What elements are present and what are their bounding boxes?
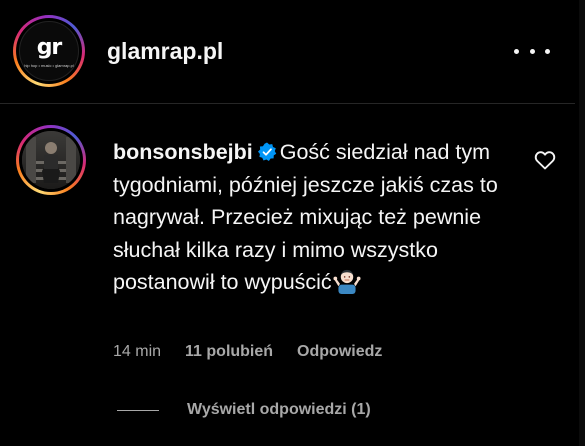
- verified-badge-icon: [257, 142, 276, 161]
- commenter-avatar[interactable]: [22, 131, 80, 189]
- replies-divider-line: [117, 409, 159, 411]
- header-divider: [0, 103, 575, 104]
- view-replies-button[interactable]: Wyświetl odpowiedzi (1): [117, 401, 371, 419]
- account-name-link[interactable]: glamrap.pl: [107, 38, 223, 65]
- heart-outline-icon: [534, 151, 556, 170]
- story-ring[interactable]: gr hip hop • music • glamrap.pl: [13, 15, 85, 87]
- comment-timestamp: 14 min: [113, 343, 162, 360]
- commenter-username[interactable]: bonsonsbejbi: [113, 140, 253, 164]
- avatar-logo-subtext: hip hop • music • glamrap.pl: [24, 63, 74, 68]
- reply-button[interactable]: Odpowiedz: [297, 343, 382, 361]
- view-replies-label: Wyświetl odpowiedzi (1): [187, 401, 371, 418]
- person-shrugging-emoji: [333, 269, 361, 294]
- comment-thread-view: gr hip hop • music • glamrap.pl glamrap.…: [0, 0, 585, 446]
- comment-likes-count[interactable]: 11 polubień: [185, 343, 273, 361]
- like-comment-button[interactable]: [533, 148, 557, 172]
- avatar-logo-text: gr: [36, 35, 63, 60]
- commenter-story-ring[interactable]: [16, 125, 86, 195]
- comment-meta: 14 min 11 polubień Odpowiedz: [113, 343, 382, 361]
- comment-body: bonsonsbejbi Gość siedział nad tym tygodn…: [113, 136, 523, 299]
- account-avatar[interactable]: gr hip hop • music • glamrap.pl: [19, 21, 79, 81]
- scrollbar-track[interactable]: [579, 0, 585, 446]
- avatar-photo-image: [22, 131, 80, 189]
- more-options-icon[interactable]: [512, 42, 552, 60]
- post-header: gr hip hop • music • glamrap.pl glamrap.…: [0, 0, 585, 103]
